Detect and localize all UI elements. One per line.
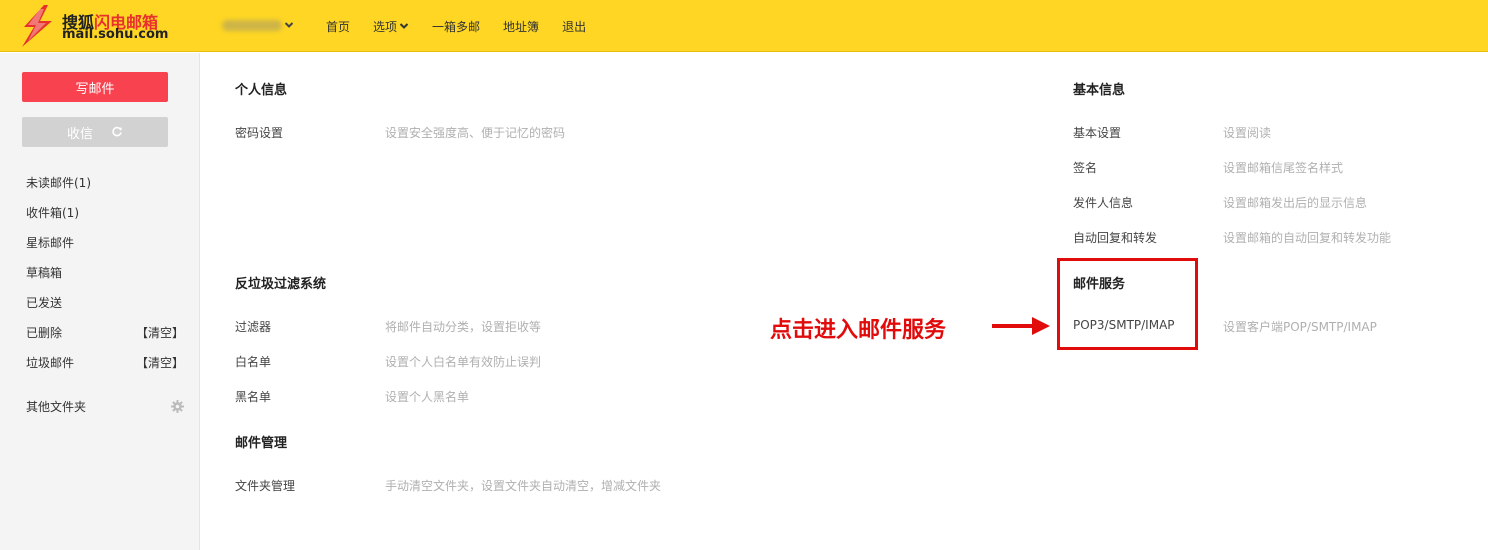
setting-folder-management[interactable]: 文件夹管理 xyxy=(235,477,295,494)
setting-auto-reply[interactable]: 自动回复和转发 xyxy=(1073,229,1157,246)
folder-label: 草稿箱 xyxy=(26,265,63,280)
section-basic-info: 基本信息 xyxy=(1073,83,1126,98)
account-switcher[interactable]: •••••••• xyxy=(222,17,296,35)
account-name: •••••••• xyxy=(222,20,282,31)
clear-spam-link[interactable]: 【清空】 xyxy=(136,354,184,371)
setting-signature[interactable]: 签名 xyxy=(1073,159,1097,176)
section-mail-management: 邮件管理 xyxy=(235,436,288,451)
nav-logout[interactable]: 退出 xyxy=(562,18,586,35)
setting-whitelist-desc: 设置个人白名单有效防止误判 xyxy=(385,355,542,369)
annotation-text: 点击进入邮件服务 xyxy=(770,318,947,343)
sidebar-other-folders[interactable]: 其他文件夹 xyxy=(26,396,184,416)
arrow-right-icon xyxy=(992,317,1050,335)
setting-sender-info-desc: 设置邮箱发出后的显示信息 xyxy=(1223,196,1368,210)
setting-filter-desc: 将邮件自动分类，设置拒收等 xyxy=(385,320,542,334)
setting-filter[interactable]: 过滤器 xyxy=(235,318,271,335)
other-folders-label: 其他文件夹 xyxy=(26,399,87,414)
compose-button[interactable]: 写邮件 xyxy=(22,72,168,102)
sidebar-item-inbox[interactable]: 收件箱(1) xyxy=(26,202,184,222)
logo-domain: mail.sohu.com xyxy=(62,27,169,42)
nav-multi-mailbox[interactable]: 一箱多邮 xyxy=(432,18,480,35)
nav-address-book[interactable]: 地址簿 xyxy=(503,18,539,35)
setting-folder-management-desc: 手动清空文件夹，设置文件夹自动清空，增减文件夹 xyxy=(385,479,662,493)
setting-basic-desc: 设置阅读 xyxy=(1223,126,1272,140)
setting-whitelist[interactable]: 白名单 xyxy=(235,353,271,370)
top-nav: 首页 选项 一箱多邮 地址簿 退出 xyxy=(326,0,609,52)
sidebar-item-deleted[interactable]: 已删除 【清空】 xyxy=(26,322,184,342)
chevron-down-icon xyxy=(399,23,409,29)
nav-home[interactable]: 首页 xyxy=(326,18,350,35)
sidebar: 写邮件 收信 未读邮件(1) 收件箱(1) 星标邮件 草稿箱 已发送 已删除【清… xyxy=(0,53,200,550)
refresh-icon xyxy=(112,126,122,137)
setting-blacklist[interactable]: 黑名单 xyxy=(235,388,271,405)
sidebar-item-starred[interactable]: 星标邮件 xyxy=(26,232,184,252)
setting-password[interactable]: 密码设置 xyxy=(235,124,283,141)
folder-label: 未读邮件(1) xyxy=(26,175,91,190)
setting-pop3-smtp-imap-desc: 设置客户端POP/SMTP/IMAP xyxy=(1223,320,1377,334)
sidebar-item-sent[interactable]: 已发送 xyxy=(26,292,184,312)
sohu-mail-logo[interactable]: 搜狐闪电邮箱 mail.sohu.com xyxy=(18,5,168,47)
sidebar-item-unread[interactable]: 未读邮件(1) xyxy=(26,172,184,192)
setting-auto-reply-desc: 设置邮箱的自动回复和转发功能 xyxy=(1223,231,1392,245)
section-antispam: 反垃圾过滤系统 xyxy=(235,277,327,292)
highlight-box xyxy=(1057,258,1198,350)
setting-password-desc: 设置安全强度高、便于记忆的密码 xyxy=(385,126,566,140)
folder-label: 收件箱(1) xyxy=(26,205,79,220)
folder-label: 垃圾邮件 xyxy=(26,355,75,370)
setting-blacklist-desc: 设置个人黑名单 xyxy=(385,390,470,404)
sidebar-item-spam[interactable]: 垃圾邮件 【清空】 xyxy=(26,352,184,372)
folder-label: 星标邮件 xyxy=(26,235,75,250)
chevron-down-icon xyxy=(284,22,294,28)
setting-sender-info[interactable]: 发件人信息 xyxy=(1073,194,1133,211)
clear-deleted-link[interactable]: 【清空】 xyxy=(136,324,184,341)
setting-basic[interactable]: 基本设置 xyxy=(1073,124,1121,141)
sidebar-item-drafts[interactable]: 草稿箱 xyxy=(26,262,184,282)
receive-button[interactable]: 收信 xyxy=(22,117,168,147)
setting-signature-desc: 设置邮箱信尾签名样式 xyxy=(1223,161,1344,175)
lightning-bolt-icon xyxy=(22,5,52,47)
folder-label: 已删除 xyxy=(26,325,63,340)
gear-icon[interactable] xyxy=(171,399,184,413)
section-personal-info: 个人信息 xyxy=(235,83,288,98)
nav-options[interactable]: 选项 xyxy=(373,18,409,35)
receive-label: 收信 xyxy=(66,126,93,142)
top-header: 搜狐闪电邮箱 mail.sohu.com •••••••• 首页 选项 一箱多邮… xyxy=(0,0,1488,52)
folder-label: 已发送 xyxy=(26,295,63,310)
